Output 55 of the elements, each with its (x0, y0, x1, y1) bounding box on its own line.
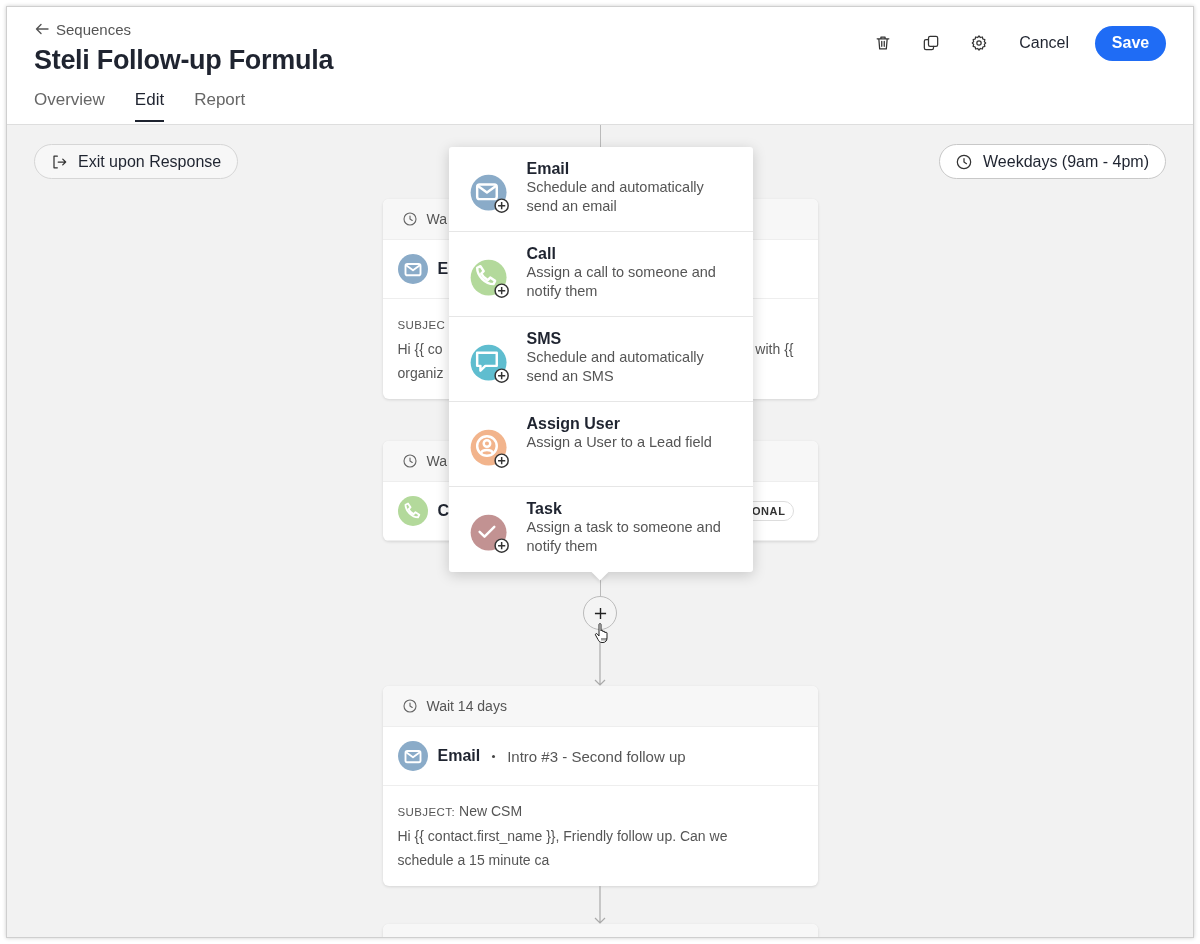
body-text: schedule a 15 minute ca (397, 851, 550, 870)
menu-item-title: Email (526, 159, 571, 178)
step-name: Intro #3 - Second follow up (507, 747, 686, 765)
body-text: organiz (397, 364, 444, 383)
body-text: Hi {{ contact.first_name }}, Friendly follow up. Can we (397, 827, 728, 846)
tab[interactable]: Report (194, 90, 246, 122)
menu-item-description: Assign a User to a Lead field (526, 433, 713, 452)
pointer-cursor-icon (592, 622, 611, 644)
menu-item-title: Assign User (526, 414, 621, 433)
wait-label: Wa (426, 211, 447, 227)
clock-icon (400, 452, 419, 470)
menu-item[interactable]: SMS Schedule and automatically send an SMS (448, 317, 753, 402)
step-type: Email (437, 747, 481, 765)
exit-upon-response-button[interactable]: Exit upon Response (34, 144, 239, 179)
clock-icon (400, 210, 419, 228)
envelope-icon (397, 741, 428, 771)
menu-item-description: Schedule and automatically send an email (526, 178, 705, 216)
subject-label: SUBJEC (397, 319, 446, 331)
menu-item-title: Task (526, 499, 563, 518)
menu-item-title: SMS (526, 329, 563, 348)
subject-label: SUBJECT: (397, 806, 456, 818)
plus-icon (593, 606, 607, 620)
envelope-icon (397, 254, 428, 284)
phone-icon (397, 496, 428, 526)
checkmark-icon (468, 513, 509, 553)
menu-item-title: Call (526, 244, 557, 263)
body-text: with {{ (755, 340, 794, 359)
left-arrow-icon (34, 21, 50, 37)
menu-item-description: Assign a task to someone and notify them (526, 518, 722, 556)
separator-dot (492, 754, 496, 758)
schedule-button[interactable]: Weekdays (9am - 4pm) (939, 144, 1166, 179)
envelope-icon (468, 173, 509, 213)
subject-text: New CSM (459, 803, 523, 819)
menu-item-description: Assign a call to someone and notify them (526, 263, 717, 301)
connector-arrow (593, 886, 607, 924)
tab[interactable]: Edit (134, 90, 165, 122)
wait-label: Wa (426, 453, 447, 469)
chat-bubble-icon (468, 343, 509, 383)
step-type: E (437, 260, 449, 278)
phone-icon (468, 258, 509, 298)
tab[interactable]: Overview (34, 90, 105, 122)
save-button[interactable]: Save (1095, 25, 1166, 61)
user-icon (468, 428, 509, 468)
menu-item[interactable]: Email Schedule and automatically send an email (448, 147, 753, 232)
clock-icon (400, 697, 419, 715)
sequence-title: Steli Follow-up Formula (34, 44, 334, 77)
body-text: Hi {{ co (397, 340, 443, 359)
back-link[interactable]: Sequences (34, 21, 132, 37)
menu-item[interactable]: Call Assign a call to someone and notify them (448, 232, 753, 317)
menu-item-description: Schedule and automatically send an SMS (526, 348, 705, 386)
add-step-button[interactable] (583, 596, 617, 630)
wait-label: Wait 14 days (426, 698, 507, 714)
cancel-button[interactable]: Cancel (1019, 30, 1069, 56)
menu-item[interactable]: Assign User Assign a User to a Lead field (448, 402, 753, 487)
step-type: C (437, 502, 450, 520)
